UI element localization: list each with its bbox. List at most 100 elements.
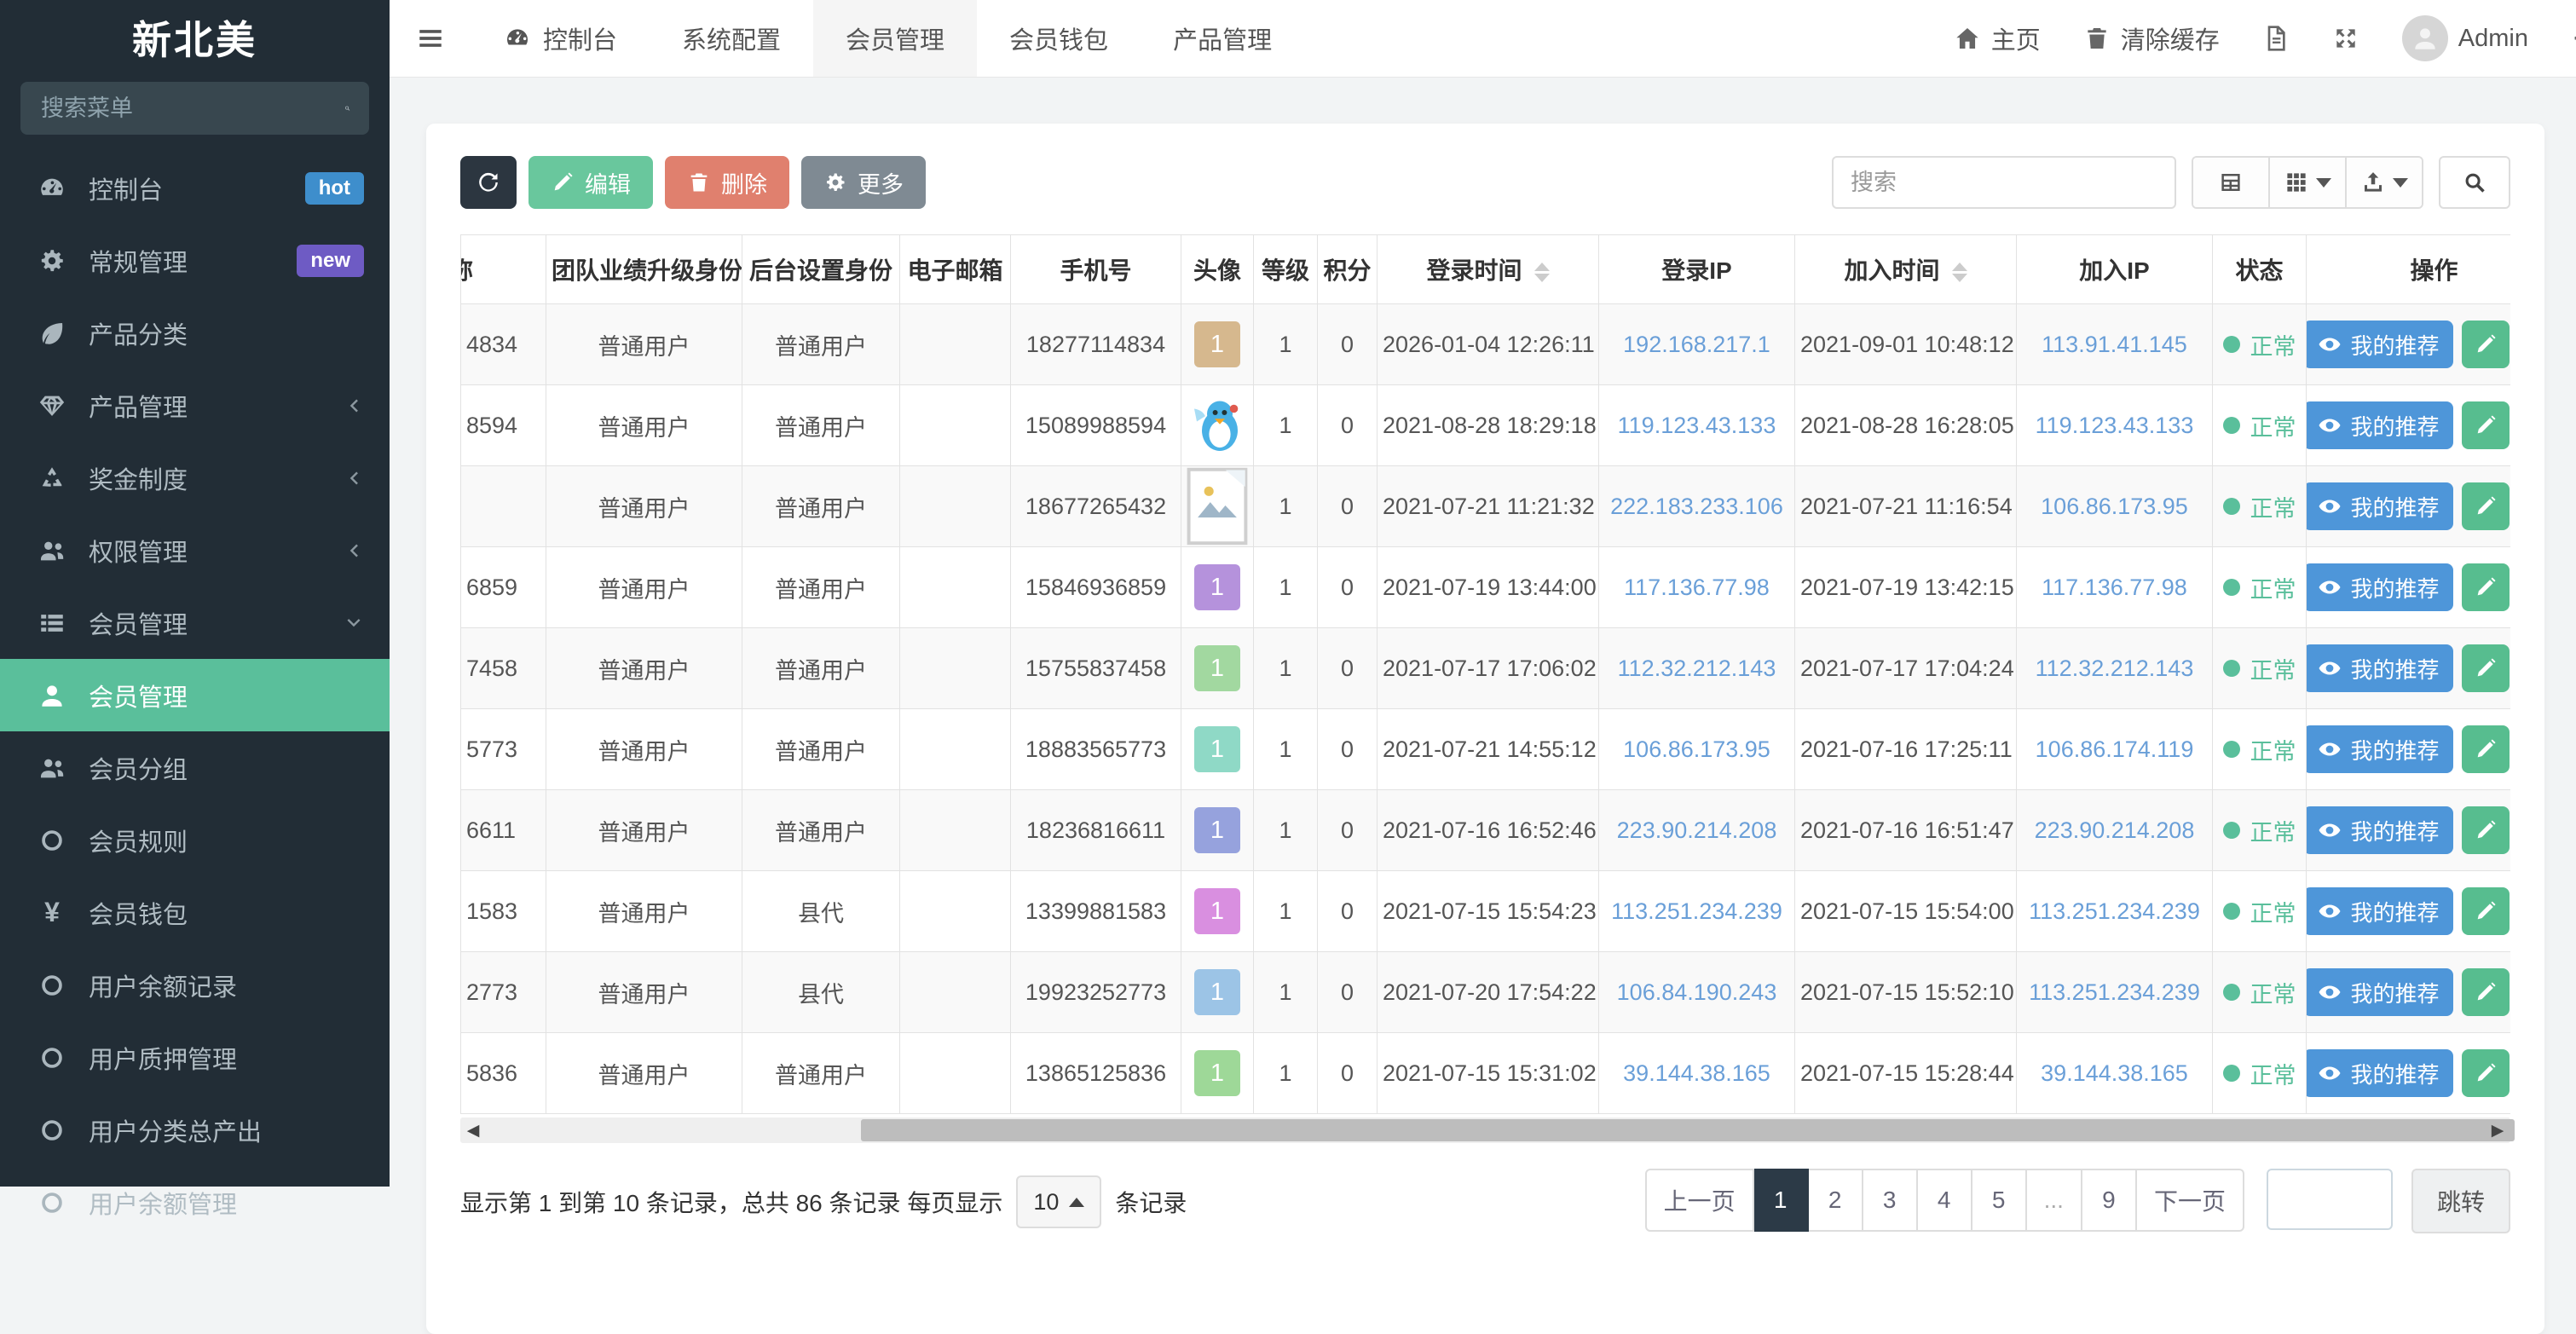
tab-会员钱包[interactable]: 会员钱包 bbox=[977, 0, 1141, 77]
join-ip-link[interactable]: 223.90.214.208 bbox=[2035, 817, 2195, 843]
sidebar-subitem-用户余额记录[interactable]: 用户余额记录 bbox=[0, 949, 390, 1021]
table-row[interactable]: 6859普通用户普通用户158469368591102021-07-19 13:… bbox=[461, 547, 2511, 628]
sidebar-item-奖金制度[interactable]: 奖金制度 bbox=[0, 442, 390, 514]
login-ip-link[interactable]: 113.251.234.239 bbox=[1611, 898, 1782, 924]
sidebar-subitem-会员钱包[interactable]: ¥会员钱包 bbox=[0, 876, 390, 949]
log-button[interactable] bbox=[2262, 25, 2290, 52]
sidebar-item-常规管理[interactable]: 常规管理new bbox=[0, 224, 390, 297]
row-edit-button[interactable] bbox=[2462, 968, 2510, 1016]
table-row[interactable]: 8594普通用户普通用户15089988594102021-08-28 18:2… bbox=[461, 385, 2511, 466]
avatar-image[interactable]: 1 bbox=[1194, 564, 1240, 610]
page-size-button[interactable]: 10 bbox=[1016, 1175, 1101, 1228]
scroll-left-arrow[interactable]: ◀ bbox=[460, 1117, 486, 1143]
page-item-9[interactable]: 9 bbox=[2082, 1169, 2137, 1232]
more-button[interactable]: 更多 bbox=[801, 156, 926, 209]
user-menu[interactable]: Admin bbox=[2402, 15, 2528, 61]
my-recommend-button[interactable]: 我的推荐 bbox=[2307, 887, 2453, 935]
login-ip-link[interactable]: 106.86.173.95 bbox=[1623, 736, 1770, 762]
table-row[interactable]: 7458普通用户普通用户157558374581102021-07-17 17:… bbox=[461, 628, 2511, 709]
home-button[interactable]: 主页 bbox=[1954, 20, 2041, 56]
sidebar-subitem-用户余额管理[interactable]: 用户余额管理 bbox=[0, 1166, 390, 1239]
tab-产品管理[interactable]: 产品管理 bbox=[1141, 0, 1304, 77]
join-ip-link[interactable]: 112.32.212.143 bbox=[2036, 655, 2194, 681]
join-ip-link[interactable]: 119.123.43.133 bbox=[2036, 413, 2194, 438]
jump-button[interactable]: 跳转 bbox=[2411, 1169, 2510, 1233]
row-edit-button[interactable] bbox=[2462, 401, 2510, 449]
sidebar-item-控制台[interactable]: 控制台hot bbox=[0, 152, 390, 224]
table-row[interactable]: 5773普通用户普通用户188835657731102021-07-21 14:… bbox=[461, 709, 2511, 790]
join-ip-link[interactable]: 106.86.174.119 bbox=[2036, 736, 2194, 762]
sidebar-search-input[interactable] bbox=[39, 95, 344, 123]
row-edit-button[interactable] bbox=[2462, 321, 2510, 368]
join-ip-link[interactable]: 113.91.41.145 bbox=[2042, 332, 2187, 357]
sidebar-toggle-button[interactable] bbox=[390, 0, 471, 77]
edit-button[interactable]: 编辑 bbox=[528, 156, 653, 209]
jump-page-input[interactable] bbox=[2267, 1169, 2393, 1230]
sidebar-subitem-会员管理[interactable]: 会员管理 bbox=[0, 659, 390, 731]
row-edit-button[interactable] bbox=[2462, 563, 2510, 611]
my-recommend-button[interactable]: 我的推荐 bbox=[2307, 968, 2453, 1016]
sidebar-item-产品分类[interactable]: 产品分类 bbox=[0, 297, 390, 369]
join-ip-link[interactable]: 113.251.234.239 bbox=[2029, 898, 2200, 924]
row-edit-button[interactable] bbox=[2462, 725, 2510, 773]
my-recommend-button[interactable]: 我的推荐 bbox=[2307, 806, 2453, 854]
sidebar-subitem-会员规则[interactable]: 会员规则 bbox=[0, 804, 390, 876]
page-item-1[interactable]: 1 bbox=[1754, 1169, 1809, 1232]
tab-会员管理[interactable]: 会员管理 bbox=[813, 0, 977, 77]
advanced-search-button[interactable] bbox=[2439, 156, 2510, 209]
column-header-加入时间[interactable]: 加入时间 bbox=[1795, 235, 2017, 304]
table-search-input[interactable] bbox=[1832, 156, 2176, 209]
avatar-image[interactable]: 1 bbox=[1194, 888, 1240, 934]
login-ip-link[interactable]: 192.168.217.1 bbox=[1623, 332, 1770, 357]
row-edit-button[interactable] bbox=[2462, 482, 2510, 530]
sidebar-item-产品管理[interactable]: 产品管理 bbox=[0, 369, 390, 442]
join-ip-link[interactable]: 39.144.38.165 bbox=[2041, 1060, 2188, 1086]
page-item-3[interactable]: 3 bbox=[1863, 1169, 1918, 1232]
login-ip-link[interactable]: 39.144.38.165 bbox=[1623, 1060, 1770, 1086]
table-row[interactable]: 2773普通用户县代199232527731102021-07-20 17:54… bbox=[461, 952, 2511, 1033]
avatar-image[interactable]: 1 bbox=[1194, 321, 1240, 367]
my-recommend-button[interactable]: 我的推荐 bbox=[2307, 725, 2453, 773]
login-ip-link[interactable]: 119.123.43.133 bbox=[1618, 413, 1776, 438]
table-row[interactable]: 普通用户普通用户18677265432102021-07-21 11:21:32… bbox=[461, 466, 2511, 547]
page-item-2[interactable]: 2 bbox=[1809, 1169, 1863, 1232]
tab-系统配置[interactable]: 系统配置 bbox=[650, 0, 813, 77]
table-row[interactable]: 4834普通用户普通用户182771148341102026-01-04 12:… bbox=[461, 304, 2511, 385]
sidebar-subitem-会员分组[interactable]: 会员分组 bbox=[0, 731, 390, 804]
row-edit-button[interactable] bbox=[2462, 644, 2510, 692]
login-ip-link[interactable]: 223.90.214.208 bbox=[1617, 817, 1777, 843]
my-recommend-button[interactable]: 我的推荐 bbox=[2307, 321, 2453, 368]
sidebar-item-权限管理[interactable]: 权限管理 bbox=[0, 514, 390, 586]
delete-button[interactable]: 删除 bbox=[665, 156, 789, 209]
login-ip-link[interactable]: 112.32.212.143 bbox=[1618, 655, 1776, 681]
login-ip-link[interactable]: 106.84.190.243 bbox=[1617, 979, 1777, 1005]
row-edit-button[interactable] bbox=[2462, 1049, 2510, 1097]
toggle-pagination-button[interactable] bbox=[2193, 158, 2268, 207]
scroll-right-arrow[interactable]: ▶ bbox=[2485, 1117, 2510, 1143]
refresh-button[interactable] bbox=[460, 156, 517, 209]
columns-dropdown-button[interactable] bbox=[2268, 158, 2345, 207]
penguin-avatar-image[interactable] bbox=[1187, 385, 1248, 465]
scrollbar-thumb[interactable] bbox=[861, 1119, 2515, 1141]
my-recommend-button[interactable]: 我的推荐 bbox=[2307, 482, 2453, 530]
tab-控制台[interactable]: 控制台 bbox=[471, 0, 650, 77]
horizontal-scrollbar[interactable]: ◀ ▶ bbox=[460, 1117, 2510, 1143]
settings-button[interactable] bbox=[2571, 25, 2576, 52]
avatar-image[interactable]: 1 bbox=[1194, 807, 1240, 853]
avatar-image[interactable]: 1 bbox=[1194, 645, 1240, 691]
table-row[interactable]: 1583普通用户县代133998815831102021-07-15 15:54… bbox=[461, 871, 2511, 952]
sidebar-item-会员管理[interactable]: 会员管理 bbox=[0, 586, 390, 659]
login-ip-link[interactable]: 117.136.77.98 bbox=[1624, 575, 1770, 600]
my-recommend-button[interactable]: 我的推荐 bbox=[2307, 644, 2453, 692]
my-recommend-button[interactable]: 我的推荐 bbox=[2307, 1049, 2453, 1097]
table-row[interactable]: 6611普通用户普通用户182368166111102021-07-16 16:… bbox=[461, 790, 2511, 871]
table-row[interactable]: 5836普通用户普通用户138651258361102021-07-15 15:… bbox=[461, 1033, 2511, 1114]
fullscreen-button[interactable] bbox=[2332, 25, 2359, 52]
row-edit-button[interactable] bbox=[2462, 806, 2510, 854]
join-ip-link[interactable]: 117.136.77.98 bbox=[2042, 575, 2187, 600]
page-item-下一页[interactable]: 下一页 bbox=[2137, 1169, 2244, 1232]
my-recommend-button[interactable]: 我的推荐 bbox=[2307, 401, 2453, 449]
avatar-image[interactable]: 1 bbox=[1194, 969, 1240, 1015]
row-edit-button[interactable] bbox=[2462, 887, 2510, 935]
clear-cache-button[interactable]: 清除缓存 bbox=[2083, 20, 2220, 56]
